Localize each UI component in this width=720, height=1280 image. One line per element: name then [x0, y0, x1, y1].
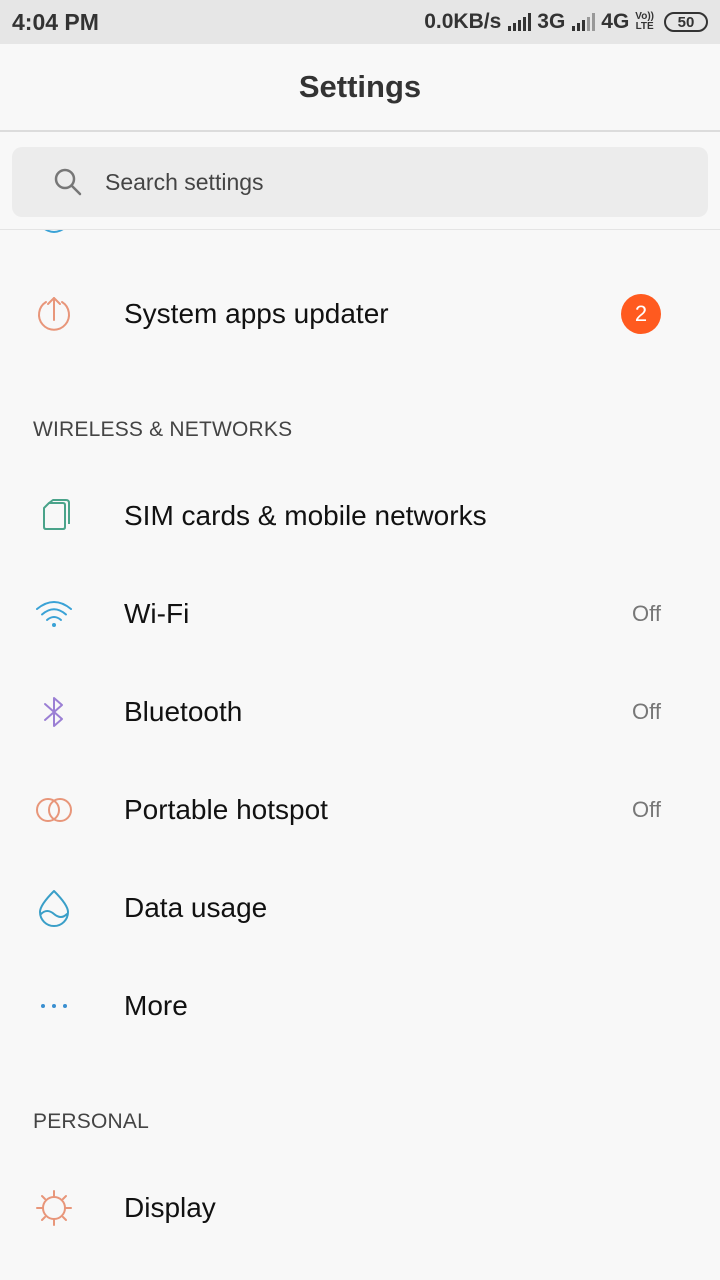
hotspot-label: Portable hotspot	[124, 794, 328, 825]
network-type-1: 3G	[537, 10, 566, 33]
more-dots-icon	[33, 985, 75, 1027]
bluetooth-icon	[33, 691, 75, 733]
signal-strength-icon	[508, 13, 532, 31]
water-drop-icon	[33, 887, 75, 929]
page-title: Settings	[298, 69, 422, 104]
status-time: 4:04 PM	[12, 8, 99, 35]
search-icon	[48, 162, 88, 202]
search-input[interactable]: Search settings	[12, 147, 708, 217]
wifi-icon	[33, 593, 75, 635]
network-speed: 0.0KB/s	[424, 10, 502, 33]
data-usage-item[interactable]: Data usage	[0, 859, 720, 957]
bluetooth-status: Off	[632, 699, 661, 724]
network-type-2: 4G	[601, 10, 630, 33]
section-header-personal: PERSONAL	[33, 1110, 149, 1133]
sim-cards-item[interactable]: SIM cards & mobile networks	[0, 467, 720, 565]
sim-card-icon	[33, 495, 75, 537]
wifi-item[interactable]: Wi-Fi Off	[0, 565, 720, 663]
display-item[interactable]: Display	[0, 1159, 720, 1257]
hotspot-item[interactable]: Portable hotspot Off	[0, 761, 720, 859]
hotspot-status: Off	[632, 797, 661, 822]
status-icons: 0.0KB/s 3G 4G Vo)) LTE 50	[424, 10, 708, 34]
wifi-label: Wi-Fi	[124, 598, 190, 629]
sun-icon	[33, 1187, 75, 1229]
data-usage-label: Data usage	[124, 892, 268, 923]
battery-level: 50	[677, 13, 695, 31]
volte-bottom-text: LTE	[635, 21, 654, 32]
hotspot-icon	[33, 789, 75, 831]
bluetooth-item[interactable]: Bluetooth Off	[0, 663, 720, 761]
update-count-badge: 2	[621, 294, 661, 334]
system-apps-updater-item[interactable]: System apps updater 2	[0, 265, 720, 363]
display-label: Display	[124, 1192, 216, 1223]
bluetooth-label: Bluetooth	[124, 696, 243, 727]
more-item[interactable]: More	[0, 957, 720, 1055]
system-apps-updater-label: System apps updater	[124, 298, 389, 329]
status-bar: 4:04 PM 0.0KB/s 3G 4G Vo)) LTE 50	[0, 0, 720, 44]
section-header-wireless: WIRELESS & NETWORKS	[33, 418, 293, 441]
more-label: More	[124, 990, 188, 1021]
signal-strength-icon	[572, 13, 596, 31]
upload-circle-icon	[33, 293, 75, 335]
volte-icon: Vo)) LTE	[635, 12, 654, 32]
battery-icon: 50	[664, 12, 708, 32]
search-container: Search settings	[0, 134, 720, 230]
title-bar: Settings	[0, 44, 720, 132]
wifi-status: Off	[632, 601, 661, 626]
sim-cards-label: SIM cards & mobile networks	[124, 500, 487, 531]
search-placeholder: Search settings	[105, 168, 264, 195]
